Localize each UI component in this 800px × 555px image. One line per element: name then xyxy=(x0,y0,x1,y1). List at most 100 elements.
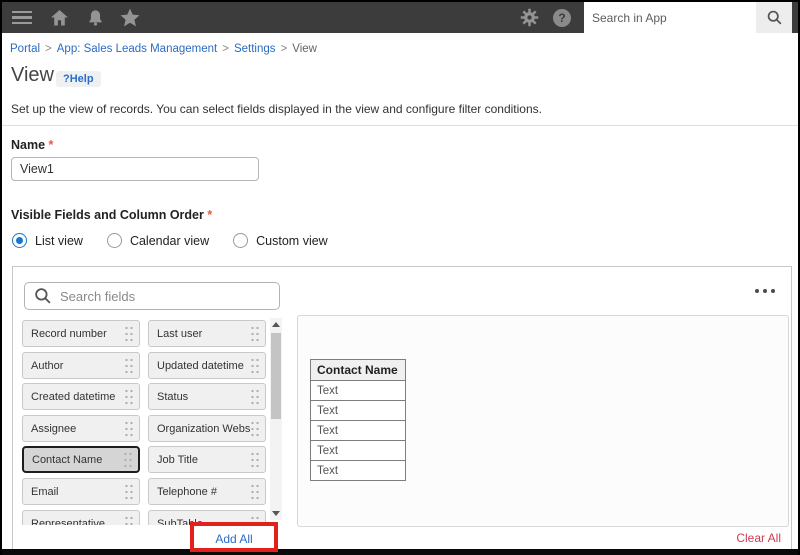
field-chip-label: Representative xyxy=(23,518,124,526)
drag-handle-icon[interactable] xyxy=(124,420,134,437)
field-chip-label: SubTable xyxy=(149,518,250,526)
radio-unselected-icon[interactable] xyxy=(107,233,122,248)
search-magnifier-icon xyxy=(766,9,783,26)
field-chip[interactable]: Author xyxy=(22,352,140,379)
breadcrumb-item[interactable]: Settings xyxy=(234,43,276,55)
drag-handle-icon[interactable] xyxy=(124,388,134,405)
add-all-container: Add All xyxy=(192,525,276,552)
page-description: Set up the view of records. You can sele… xyxy=(11,102,542,116)
field-chip[interactable]: Representative xyxy=(22,510,140,525)
app-search-input[interactable] xyxy=(584,2,756,33)
drag-handle-icon[interactable] xyxy=(250,420,260,437)
scroll-down-arrow[interactable] xyxy=(270,507,282,520)
preview-row: Text xyxy=(311,401,406,421)
field-chip[interactable]: Updated datetime xyxy=(148,352,266,379)
radio-unselected-icon[interactable] xyxy=(233,233,248,248)
drag-handle-icon[interactable] xyxy=(124,483,134,500)
gear-settings-icon[interactable] xyxy=(520,8,539,27)
field-chip-label: Assignee xyxy=(23,423,124,435)
field-chip[interactable]: Organization Website xyxy=(148,415,266,442)
hamburger-menu-icon[interactable] xyxy=(12,8,32,28)
view-type-option[interactable]: Custom view xyxy=(233,233,328,248)
preview-cell: Text xyxy=(311,401,406,421)
view-preview-panel: Contact NameTextTextTextTextText xyxy=(297,315,789,527)
breadcrumb-item[interactable]: App: Sales Leads Management xyxy=(57,43,217,55)
preview-cell: Text xyxy=(311,441,406,461)
field-chip-label: Created datetime xyxy=(23,391,124,403)
preview-row: Text xyxy=(311,441,406,461)
required-asterisk: * xyxy=(49,138,54,152)
view-type-option[interactable]: Calendar view xyxy=(107,233,209,248)
preview-column-header[interactable]: Contact Name xyxy=(311,360,406,381)
preview-cell: Text xyxy=(311,461,406,481)
preview-table: Contact NameTextTextTextTextText xyxy=(310,359,406,481)
search-fields-input[interactable] xyxy=(52,289,279,304)
radio-option-label: Calendar view xyxy=(130,234,209,248)
field-chip[interactable]: Created datetime xyxy=(22,383,140,410)
help-link[interactable]: ?Help xyxy=(56,71,101,87)
ellipsis-menu-icon[interactable] xyxy=(755,289,775,293)
app-window: ? Portal>App: Sales Leads Management>Set… xyxy=(0,0,800,555)
field-picker-panel: Record number Author Created datetime Assig… xyxy=(12,266,792,551)
drag-handle-icon[interactable] xyxy=(250,388,260,405)
scroll-up-arrow[interactable] xyxy=(270,318,282,331)
drag-handle-icon[interactable] xyxy=(250,325,260,342)
drag-handle-icon[interactable] xyxy=(124,325,134,342)
field-chip[interactable]: Record number xyxy=(22,320,140,347)
breadcrumb-separator: > xyxy=(40,43,57,55)
view-type-radio-group: List view Calendar view Custom view xyxy=(12,233,352,248)
field-chip[interactable]: Last user xyxy=(148,320,266,347)
field-chip[interactable]: SubTable xyxy=(148,510,266,525)
field-chip[interactable]: Email xyxy=(22,478,140,505)
add-all-link[interactable]: Add All xyxy=(215,532,252,546)
preview-row: Text xyxy=(311,421,406,441)
drag-handle-icon[interactable] xyxy=(250,515,260,525)
drag-handle-icon[interactable] xyxy=(250,357,260,374)
app-search xyxy=(584,2,792,33)
field-chip[interactable]: Contact Name xyxy=(22,446,140,473)
home-icon[interactable] xyxy=(49,8,70,28)
clear-all-link[interactable]: Clear All xyxy=(736,531,781,545)
drag-handle-icon[interactable] xyxy=(124,357,134,374)
drag-handle-icon[interactable] xyxy=(123,451,133,468)
notifications-bell-icon[interactable] xyxy=(86,8,105,28)
radio-option-label: Custom view xyxy=(256,234,328,248)
app-search-button[interactable] xyxy=(756,2,792,33)
scrollbar-thumb[interactable] xyxy=(271,333,281,419)
field-chip-label: Organization Website xyxy=(149,423,250,435)
field-chip-label: Updated datetime xyxy=(149,360,250,372)
required-asterisk: * xyxy=(207,208,212,222)
search-magnifier-icon xyxy=(34,287,52,305)
preview-cell: Text xyxy=(311,421,406,441)
view-type-option[interactable]: List view xyxy=(12,233,83,248)
name-label: Name * xyxy=(11,138,53,152)
drag-handle-icon[interactable] xyxy=(124,515,134,525)
field-chip-label: Status xyxy=(149,391,250,403)
favorites-star-icon[interactable] xyxy=(119,7,141,28)
field-chip-label: Telephone # xyxy=(149,486,250,498)
top-navigation-bar: ? xyxy=(2,2,798,33)
field-chip[interactable]: Assignee xyxy=(22,415,140,442)
preview-row: Text xyxy=(311,381,406,401)
section-divider xyxy=(2,125,798,126)
field-chip-label: Contact Name xyxy=(24,454,123,466)
field-chip[interactable]: Job Title xyxy=(148,446,266,473)
breadcrumb-item: View xyxy=(292,43,317,55)
field-chip-label: Record number xyxy=(23,328,124,340)
field-list-scrollbar[interactable] xyxy=(270,318,282,520)
search-fields-box xyxy=(24,282,280,310)
drag-handle-icon[interactable] xyxy=(250,451,260,468)
field-chip[interactable]: Status xyxy=(148,383,266,410)
preview-row: Text xyxy=(311,461,406,481)
breadcrumb-item[interactable]: Portal xyxy=(10,43,40,55)
window-bottom-border xyxy=(2,549,798,555)
visible-fields-label: Visible Fields and Column Order * xyxy=(11,208,212,222)
breadcrumb-separator: > xyxy=(217,43,234,55)
view-name-input[interactable] xyxy=(11,157,259,181)
radio-selected-icon[interactable] xyxy=(12,233,27,248)
help-icon[interactable]: ? xyxy=(553,9,571,27)
field-chip[interactable]: Telephone # xyxy=(148,478,266,505)
page-title: View xyxy=(11,64,54,87)
radio-option-label: List view xyxy=(35,234,83,248)
drag-handle-icon[interactable] xyxy=(250,483,260,500)
